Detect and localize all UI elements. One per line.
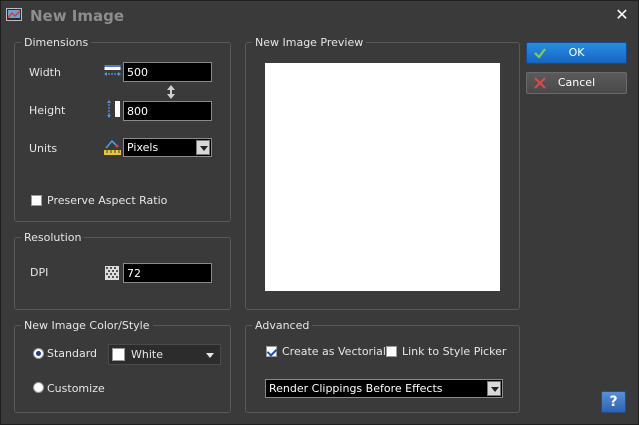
- ok-button[interactable]: OK: [526, 42, 627, 64]
- units-value: Pixels: [127, 141, 159, 154]
- resolution-group-label: Resolution: [21, 231, 85, 244]
- preserve-aspect-label[interactable]: Preserve Aspect Ratio: [47, 194, 167, 207]
- new-image-dialog: New Image ✕ Dimensions Width Height Unit…: [0, 0, 639, 425]
- units-select[interactable]: Pixels: [123, 138, 212, 157]
- color-style-group: New Image Color/Style: [14, 319, 231, 413]
- customize-label[interactable]: Customize: [47, 382, 105, 395]
- advanced-group: Advanced: [245, 319, 520, 413]
- link-style-picker-label[interactable]: Link to Style Picker: [402, 345, 506, 358]
- title-bar: New Image ✕: [1, 1, 638, 31]
- customize-radio[interactable]: [33, 382, 44, 393]
- dpi-input[interactable]: [123, 263, 212, 283]
- vectorial-label[interactable]: Create as Vectorial: [282, 345, 386, 358]
- checkmark-icon: [534, 48, 546, 59]
- color-style-group-label: New Image Color/Style: [21, 319, 153, 332]
- color-select[interactable]: White: [108, 344, 221, 365]
- standard-radio[interactable]: [33, 348, 44, 359]
- dpi-label: DPI: [30, 266, 49, 279]
- chevron-down-icon[interactable]: [487, 381, 501, 396]
- preserve-aspect-checkbox[interactable]: [31, 195, 42, 206]
- cancel-button[interactable]: Cancel: [526, 72, 627, 94]
- cross-icon: [534, 77, 546, 89]
- vectorial-checkbox[interactable]: [266, 346, 277, 357]
- chevron-down-icon[interactable]: [196, 140, 210, 155]
- link-aspect-icon[interactable]: [167, 85, 175, 99]
- preview-group-label: New Image Preview: [252, 36, 367, 49]
- advanced-group-label: Advanced: [252, 319, 313, 332]
- link-style-picker-checkbox[interactable]: [386, 346, 397, 357]
- cancel-label: Cancel: [557, 76, 596, 89]
- chevron-down-icon[interactable]: [206, 353, 214, 358]
- close-icon[interactable]: ✕: [614, 7, 630, 23]
- height-label: Height: [29, 104, 66, 117]
- dpi-grid-icon: [105, 266, 119, 280]
- units-label: Units: [29, 142, 58, 155]
- color-value: White: [131, 348, 163, 361]
- height-icon: [107, 100, 120, 118]
- window-title: New Image: [30, 7, 125, 25]
- dimensions-group-label: Dimensions: [21, 36, 92, 49]
- ok-label: OK: [568, 46, 585, 59]
- width-label: Width: [29, 66, 61, 79]
- standard-label[interactable]: Standard: [47, 347, 97, 360]
- image-preview-canvas: [265, 63, 500, 291]
- height-input[interactable]: [123, 101, 212, 121]
- render-mode-value: Render Clippings Before Effects: [269, 382, 443, 395]
- width-input[interactable]: [123, 62, 212, 82]
- image-window-icon: [6, 8, 22, 21]
- units-ruler-icon: [104, 139, 121, 155]
- help-button[interactable]: ?: [601, 391, 626, 413]
- width-icon: [104, 65, 121, 76]
- color-swatch: [112, 348, 125, 361]
- render-mode-select[interactable]: Render Clippings Before Effects: [265, 379, 503, 398]
